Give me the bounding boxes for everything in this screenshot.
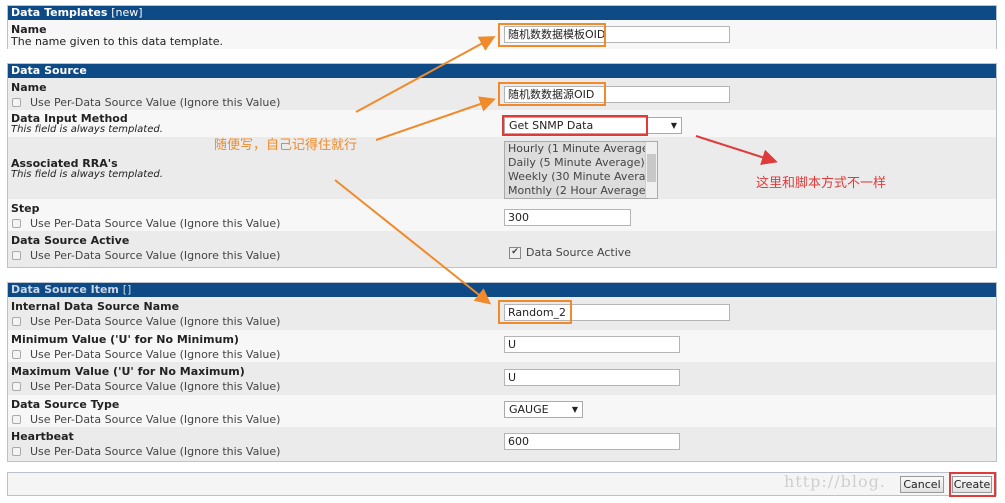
arrow-to-source-name <box>375 96 496 141</box>
arrow-to-internal-name <box>334 179 492 305</box>
arrow-to-input-method <box>695 135 778 165</box>
annotation-arrows <box>334 36 778 305</box>
arrow-to-template-name <box>355 36 496 113</box>
